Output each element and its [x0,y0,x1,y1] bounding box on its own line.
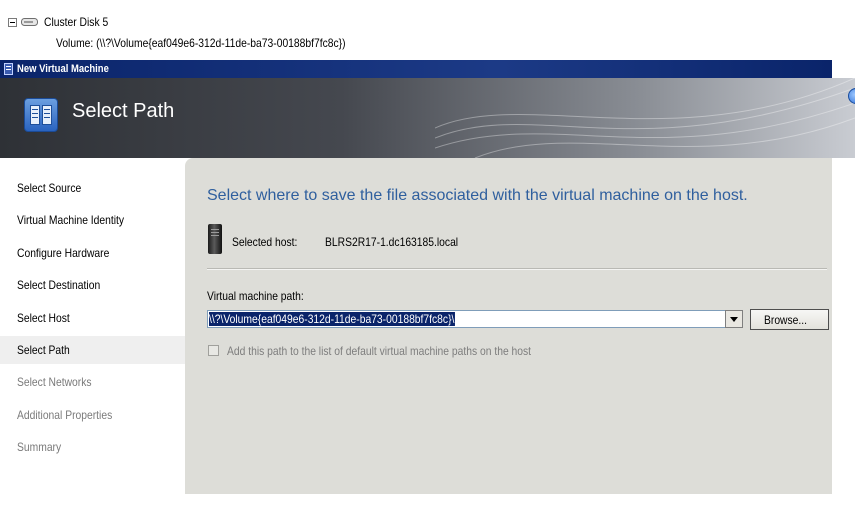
step-label: Select Destination [17,278,101,292]
browse-label: Browse... [764,312,808,327]
tree-node-cluster-disk[interactable]: Cluster Disk 5 [8,14,119,30]
step-select-destination[interactable]: Select Destination [0,271,185,299]
divider [207,268,827,270]
step-label: Select Host [17,311,70,325]
disk-icon [21,17,38,27]
step-additional-properties: Additional Properties [0,401,185,429]
volume-label: Volume: (\\?\Volume{eaf049e6-312d-11de-b… [56,36,346,50]
page-title: Select Path [72,100,175,122]
chevron-down-icon [730,316,738,322]
step-label: Virtual Machine Identity [17,213,125,227]
window-title: New Virtual Machine [17,63,109,75]
main-panel: Select where to save the file associated… [185,158,832,494]
collapse-icon[interactable] [8,17,17,27]
tree-node-volume[interactable]: Volume: (\\?\Volume{eaf049e6-312d-11de-b… [56,35,393,51]
step-label: Additional Properties [17,408,113,422]
path-combobox[interactable]: \\?\Volume{eaf049e6-312d-11de-ba73-00188… [207,310,742,328]
add-default-path-checkbox[interactable] [208,345,219,356]
step-label: Summary [17,440,62,454]
wizard-icon [24,98,58,132]
disk-label: Cluster Disk 5 [44,15,109,29]
header-wave-decoration [435,78,855,158]
step-summary: Summary [0,433,185,461]
wizard-header: Select Path [0,78,855,158]
wizard-steps-sidebar: Select Source Virtual Machine Identity C… [0,158,185,510]
selected-host-value: BLRS2R17-1.dc163185.local [325,235,459,249]
window-title-bar[interactable]: New Virtual Machine [0,60,832,78]
step-configure-hardware[interactable]: Configure Hardware [0,239,185,267]
path-label: Virtual machine path: [207,289,304,303]
add-default-path-label[interactable]: Add this path to the list of default vir… [227,344,531,358]
step-label: Select Path [17,343,70,357]
browse-button[interactable]: Browse... [750,309,829,330]
path-dropdown-button[interactable] [725,310,743,328]
step-label: Select Source [17,181,82,195]
instruction-heading: Select where to save the file associated… [207,187,748,204]
volume-tree: Cluster Disk 5 Volume: (\\?\Volume{eaf04… [0,0,855,60]
step-select-path[interactable]: Select Path [0,336,185,364]
step-select-source[interactable]: Select Source [0,174,185,202]
selected-host-label: Selected host: [232,235,298,249]
step-virtual-machine-identity[interactable]: Virtual Machine Identity [0,206,185,234]
step-label: Select Networks [17,375,92,389]
window-icon [4,63,13,75]
server-icon [208,224,222,254]
step-label: Configure Hardware [17,246,110,260]
step-select-networks: Select Networks [0,368,185,396]
step-select-host[interactable]: Select Host [0,304,185,332]
path-input-value[interactable]: \\?\Volume{eaf049e6-312d-11de-ba73-00188… [209,312,456,326]
